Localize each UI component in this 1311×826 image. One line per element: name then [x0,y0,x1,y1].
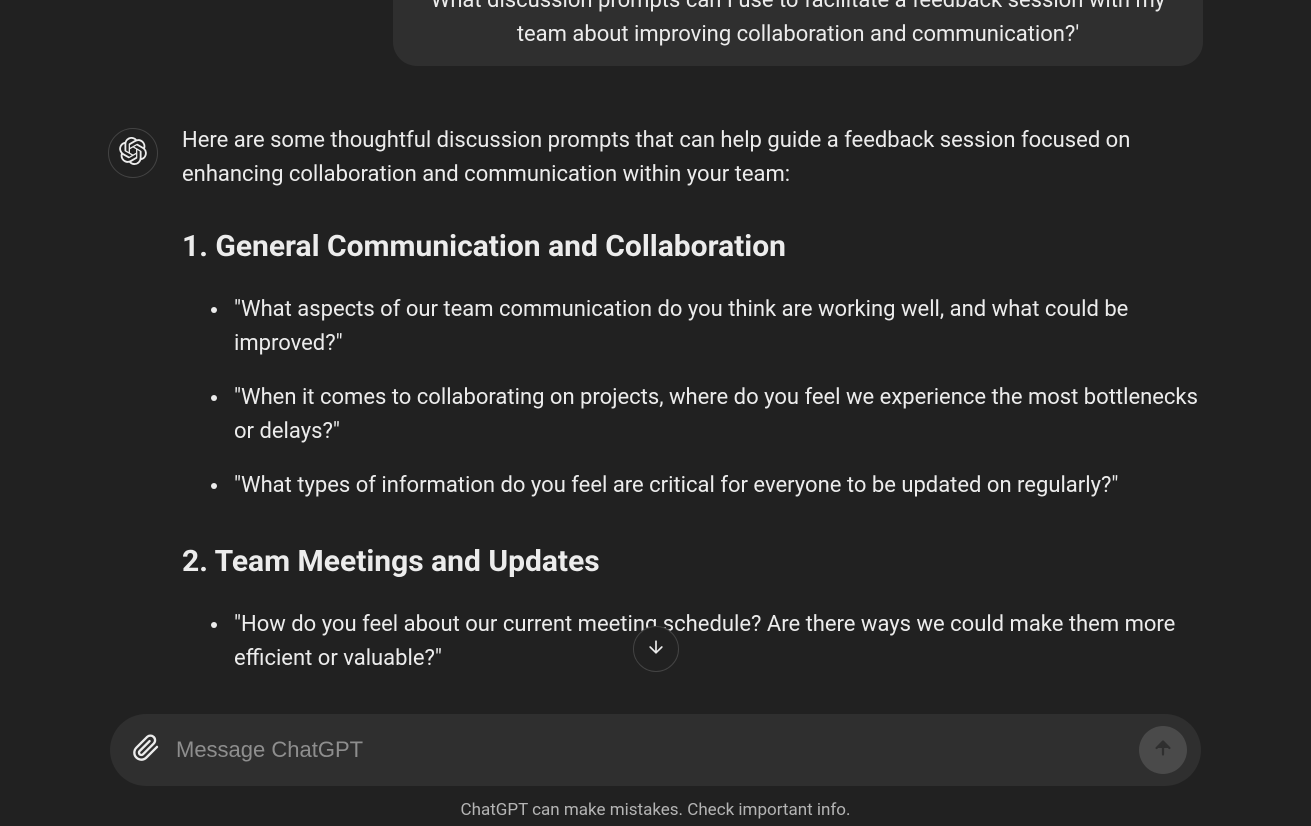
section-title: General Communication and Collaboration [215,229,786,264]
input-bar [110,714,1201,786]
paperclip-icon [132,734,160,766]
user-message-bubble: What discussion prompts can I use to fac… [393,0,1203,66]
bullet-list-1: "What aspects of our team communication … [182,293,1203,503]
input-area: ChatGPT can make mistakes. Check importa… [0,714,1311,826]
section-title: Team Meetings and Updates [215,544,600,579]
assistant-message-wrapper: Here are some thoughtful discussion prom… [48,124,1263,712]
arrow-down-icon [646,637,666,661]
assistant-content: Here are some thoughtful discussion prom… [182,124,1203,712]
section-heading-2: 2. Team Meetings and Updates [182,539,1203,586]
assistant-avatar [108,128,158,178]
list-item: "What types of information do you feel a… [230,469,1203,503]
user-message-text: What discussion prompts can I use to fac… [431,0,1165,47]
messages-area: What discussion prompts can I use to fac… [0,0,1311,826]
section-heading-1: 1. General Communication and Collaborati… [182,224,1203,271]
message-input[interactable] [176,729,1123,771]
list-item: "When it comes to collaborating on proje… [230,381,1203,449]
section-number: 1. [182,229,215,264]
openai-logo-icon [119,137,147,169]
bullet-list-2: "How do you feel about our current meeti… [182,608,1203,676]
disclaimer-text: ChatGPT can make mistakes. Check importa… [461,786,851,822]
attach-button[interactable] [132,734,160,766]
user-message-wrapper: What discussion prompts can I use to fac… [48,0,1263,66]
list-item: "How do you feel about our current meeti… [230,608,1203,676]
list-item: "What aspects of our team communication … [230,293,1203,361]
send-button[interactable] [1139,726,1187,774]
assistant-intro-text: Here are some thoughtful discussion prom… [182,124,1203,192]
scroll-to-bottom-button[interactable] [633,626,679,672]
section-number: 2. [182,544,215,579]
conversation-container: What discussion prompts can I use to fac… [0,0,1311,826]
arrow-up-icon [1152,737,1174,763]
